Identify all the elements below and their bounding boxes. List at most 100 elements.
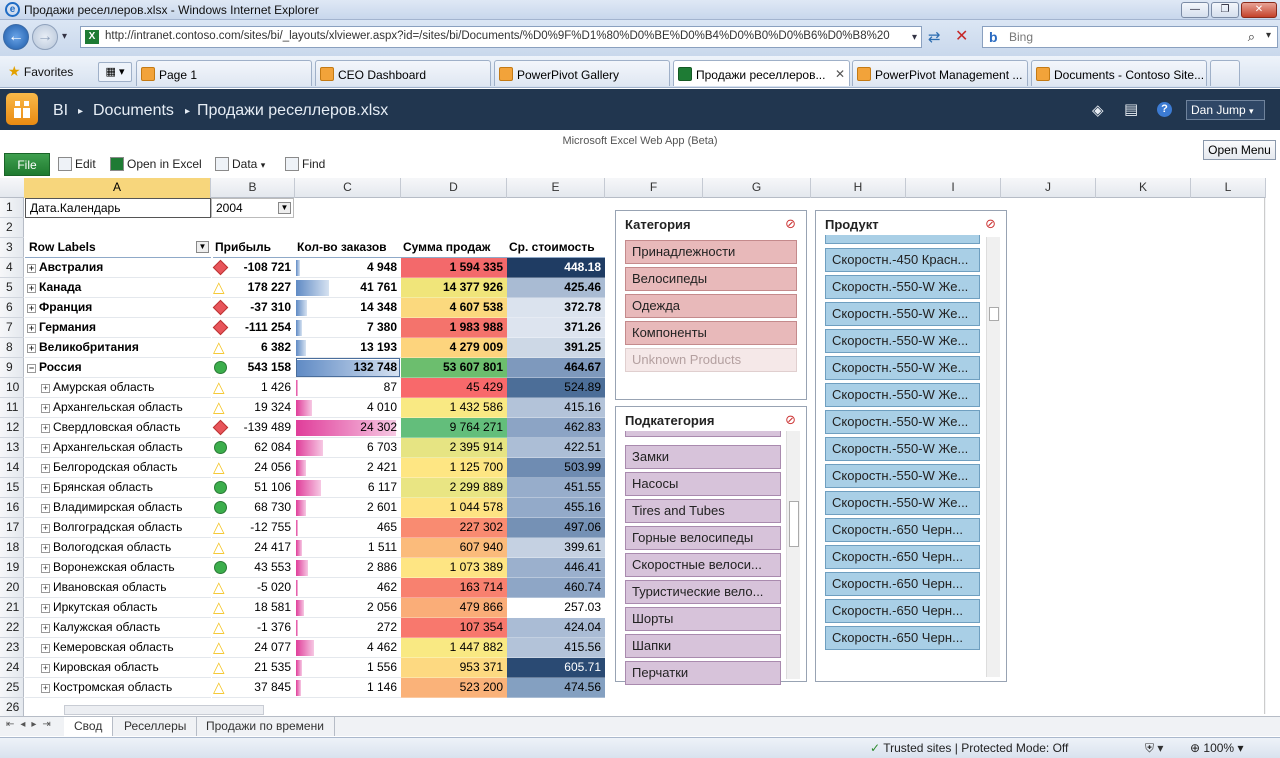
expand-icon[interactable]: +: [27, 304, 36, 313]
profit-cell[interactable]: △ -1 376: [212, 618, 295, 638]
cost-cell[interactable]: 451.55: [507, 478, 605, 498]
expand-icon[interactable]: +: [41, 544, 50, 553]
clear-filter-icon[interactable]: ⊘: [985, 216, 996, 232]
slicer_product-item[interactable]: Скоростн.-550-W Же...: [825, 356, 980, 380]
slicer_product-item[interactable]: Скоростн.-550-W Же...: [825, 275, 980, 299]
slicer_category-item[interactable]: Unknown Products: [625, 348, 797, 372]
sales-cell[interactable]: 14 377 926: [401, 278, 507, 298]
profit-cell[interactable]: △ 24 417: [212, 538, 295, 558]
orders-cell[interactable]: 4 462: [295, 638, 401, 658]
orders-cell[interactable]: 2 601: [295, 498, 401, 518]
sales-cell[interactable]: 1 125 700: [401, 458, 507, 478]
expand-icon[interactable]: +: [41, 444, 50, 453]
sales-cell[interactable]: 523 200: [401, 678, 507, 698]
profit-cell[interactable]: -108 721: [212, 258, 295, 278]
slicer_product-item[interactable]: Скоростн.-650 Черн...: [825, 599, 980, 623]
slicer_product-item[interactable]: Скоростн.-650 Черн...: [825, 518, 980, 542]
orders-cell[interactable]: 2 421: [295, 458, 401, 478]
row-label-cell[interactable]: + Свердловская область: [25, 418, 211, 438]
slicer_subcategory-item[interactable]: Шапки: [625, 634, 781, 658]
cost-cell[interactable]: 474.56: [507, 678, 605, 698]
search-options-icon[interactable]: ▾: [1266, 30, 1271, 41]
orders-cell[interactable]: 4 010: [295, 398, 401, 418]
profit-cell[interactable]: 62 084: [212, 438, 295, 458]
tag-icon[interactable]: ◈: [1092, 101, 1104, 119]
expand-icon[interactable]: +: [41, 464, 50, 473]
sales-cell[interactable]: 107 354: [401, 618, 507, 638]
profit-cell[interactable]: 51 106: [212, 478, 295, 498]
edit-button[interactable]: Edit: [58, 157, 96, 171]
sales-cell[interactable]: 953 371: [401, 658, 507, 678]
profit-cell[interactable]: △ -12 755: [212, 518, 295, 538]
search-icon[interactable]: ⌕: [1248, 29, 1255, 45]
data-menu-button[interactable]: Data ▾: [215, 157, 265, 171]
slicer_product-item[interactable]: Скоростн.-650 Черн...: [825, 626, 980, 650]
cost-cell[interactable]: 372.78: [507, 298, 605, 318]
row-label-cell[interactable]: + Волгоградская область: [25, 518, 211, 538]
expand-icon[interactable]: +: [41, 424, 50, 433]
cost-cell[interactable]: 424.04: [507, 618, 605, 638]
cost-cell[interactable]: 605.71: [507, 658, 605, 678]
row-label-cell[interactable]: + Иркутская область: [25, 598, 211, 618]
file-menu-button[interactable]: File: [4, 153, 50, 176]
sales-cell[interactable]: 163 714: [401, 578, 507, 598]
slicer_category-item[interactable]: Велосипеды: [625, 267, 797, 291]
orders-cell[interactable]: 6 703: [295, 438, 401, 458]
slicer_subcategory-item[interactable]: Замки: [625, 445, 781, 469]
open-menu-button[interactable]: Open Menu: [1203, 140, 1276, 160]
subcategory-scrollbar[interactable]: [786, 431, 800, 679]
profit-cell[interactable]: △ 21 535: [212, 658, 295, 678]
orders-cell[interactable]: 132 748: [295, 358, 401, 378]
cost-cell[interactable]: 371.26: [507, 318, 605, 338]
sales-cell[interactable]: 1 432 586: [401, 398, 507, 418]
sales-cell[interactable]: 607 940: [401, 538, 507, 558]
sales-cell[interactable]: 227 302: [401, 518, 507, 538]
close-window-button[interactable]: ✕: [1241, 2, 1277, 18]
slicer_subcategory-item[interactable]: Tires and Tubes: [625, 499, 781, 523]
row-label-cell[interactable]: + Австралия: [25, 258, 211, 278]
sheet-tab-sales-by-time[interactable]: Продажи по времени: [196, 717, 335, 736]
address-input[interactable]: X http://intranet.contoso.com/sites/bi/_…: [80, 26, 922, 48]
slicer_product-item[interactable]: Скоростн.-550-W Же...: [825, 302, 980, 326]
slicer_product-item[interactable]: Скоростн.-550-W Же...: [825, 383, 980, 407]
cost-cell[interactable]: 257.03: [507, 598, 605, 618]
profit-cell[interactable]: -111 254: [212, 318, 295, 338]
sales-cell[interactable]: 45 429: [401, 378, 507, 398]
profit-cell[interactable]: -37 310: [212, 298, 295, 318]
expand-icon[interactable]: +: [27, 264, 36, 273]
slicer_category-item[interactable]: Одежда: [625, 294, 797, 318]
filter-icon[interactable]: ▼: [278, 202, 291, 214]
profit-cell[interactable]: 543 158: [212, 358, 295, 378]
sales-cell[interactable]: 1 594 335: [401, 258, 507, 278]
back-button[interactable]: ←: [3, 24, 29, 50]
profit-cell[interactable]: △ 24 077: [212, 638, 295, 658]
maximize-button[interactable]: ❐: [1211, 2, 1239, 18]
row-label-cell[interactable]: + Костромская область: [25, 678, 211, 698]
minimize-button[interactable]: —: [1181, 2, 1209, 18]
slicer_product-item[interactable]: Скоростн.-550-W Же...: [825, 410, 980, 434]
profit-cell[interactable]: 68 730: [212, 498, 295, 518]
help-icon[interactable]: ?: [1157, 102, 1172, 117]
cost-cell[interactable]: 415.56: [507, 638, 605, 658]
row-label-cell[interactable]: + Брянская область: [25, 478, 211, 498]
expand-icon[interactable]: +: [41, 684, 50, 693]
profit-cell[interactable]: △ 6 382: [212, 338, 295, 358]
row-label-cell[interactable]: + Канада: [25, 278, 211, 298]
orders-cell[interactable]: 272: [295, 618, 401, 638]
expand-icon[interactable]: +: [41, 484, 50, 493]
orders-cell[interactable]: 465: [295, 518, 401, 538]
row-label-cell[interactable]: + Калужская область: [25, 618, 211, 638]
profit-cell[interactable]: △ 24 056: [212, 458, 295, 478]
cost-cell[interactable]: 464.67: [507, 358, 605, 378]
expand-icon[interactable]: +: [41, 384, 50, 393]
expand-icon[interactable]: +: [41, 524, 50, 533]
tab-documents[interactable]: Documents - Contoso Site...: [1031, 60, 1207, 86]
tab-powerpivot-gallery[interactable]: PowerPivot Gallery: [494, 60, 670, 86]
sales-cell[interactable]: 1 073 389: [401, 558, 507, 578]
sales-cell[interactable]: 9 764 271: [401, 418, 507, 438]
row-label-cell[interactable]: + Архангельская область: [25, 398, 211, 418]
sales-cell[interactable]: 479 866: [401, 598, 507, 618]
expand-icon[interactable]: +: [27, 324, 36, 333]
profit-cell[interactable]: △ 178 227: [212, 278, 295, 298]
cost-cell[interactable]: 503.99: [507, 458, 605, 478]
